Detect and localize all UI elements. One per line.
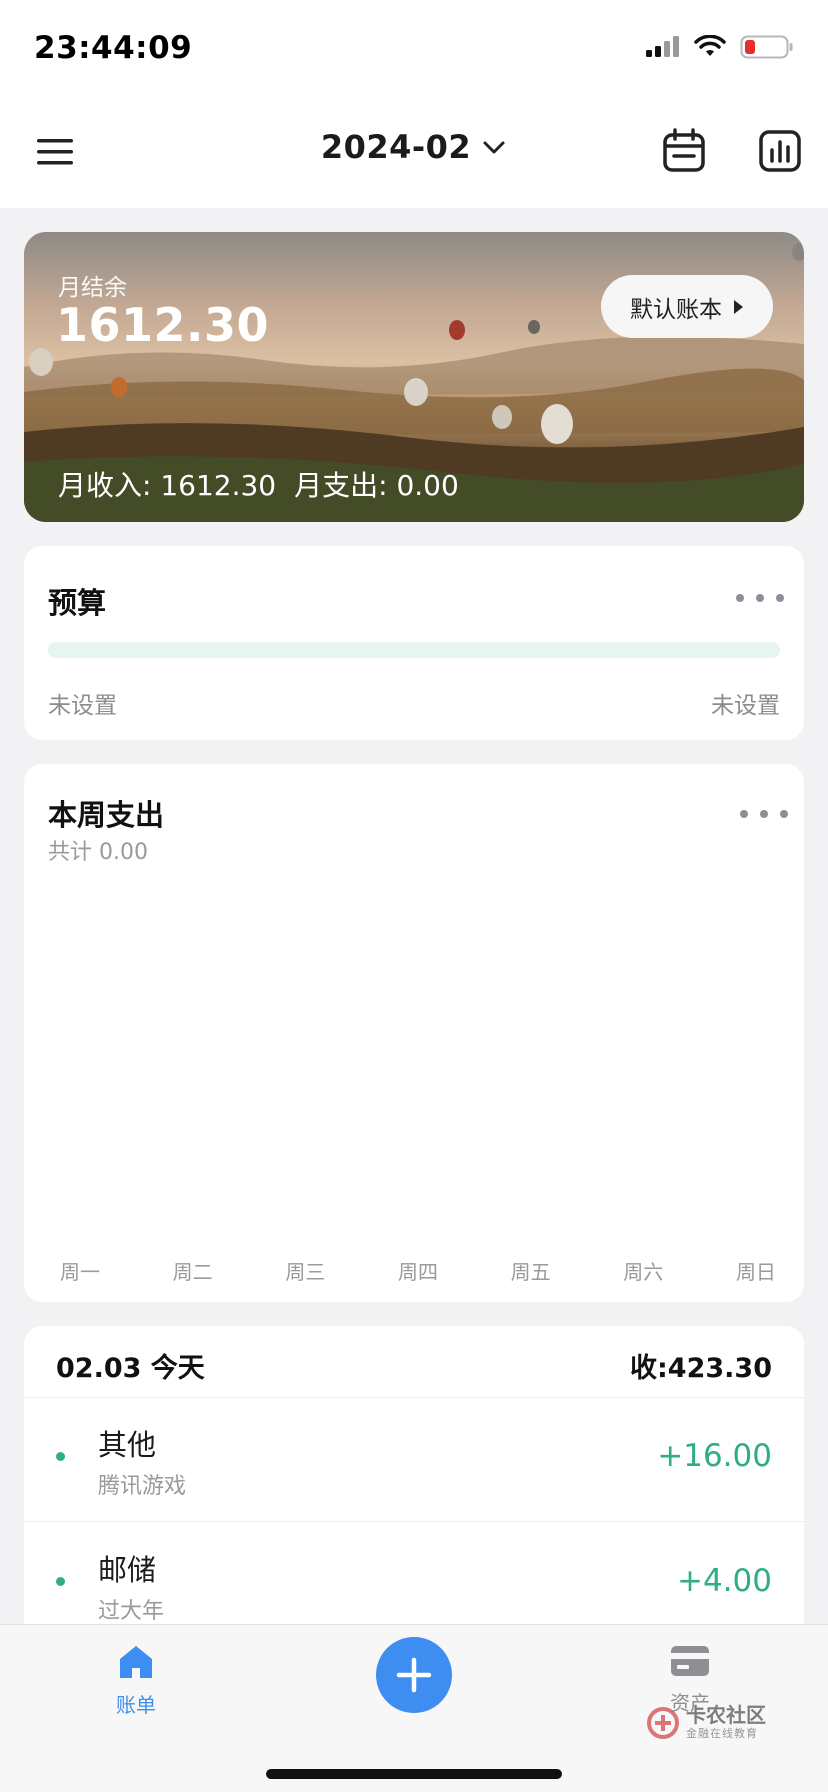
category-dot (56, 1452, 65, 1461)
weekday-label: 周日 (735, 1260, 776, 1284)
transaction-note: 腾讯游戏 (98, 1474, 187, 1499)
tab-bills[interactable]: 账单 (106, 1643, 166, 1718)
kanong-watermark: 卡农社区 金融在线教育 (646, 1705, 766, 1741)
chevron-down-icon (483, 141, 505, 154)
transaction-note: 过大年 (98, 1599, 165, 1624)
transaction-category: 其他 (98, 1428, 157, 1462)
app-screen: 23:44:09 2024-02 月结余 1612.30 默认账本 月收入: 1… (0, 0, 828, 1792)
weekday-label: 周四 (397, 1260, 438, 1284)
budget-title: 预算 (48, 586, 107, 620)
balance-value: 1612.30 (56, 298, 270, 352)
more-dot (760, 810, 768, 818)
watermark-subtitle: 金融在线教育 (686, 1727, 758, 1740)
transaction-date: 02.03 今天 (56, 1353, 205, 1384)
transaction-amount: +4.00 (677, 1563, 772, 1599)
more-dot (756, 594, 764, 602)
weekly-more-button[interactable] (740, 802, 788, 826)
bottom-tab-bar: 账单 资产 卡农社区 金融在线教育 (0, 1624, 828, 1792)
budget-total-text: 未设置 (711, 693, 780, 719)
category-dot (56, 1577, 65, 1586)
statistics-button[interactable] (758, 128, 802, 174)
signal-icon (646, 36, 679, 57)
income-expense-summary: 月收入: 1612.30 月支出: 0.00 (58, 464, 459, 504)
status-bar: 23:44:09 (0, 0, 828, 100)
status-icons (644, 34, 794, 60)
daily-income: 收:423.30 (630, 1353, 772, 1384)
app-header: 2024-02 (0, 100, 828, 208)
transaction-date-header: 02.03 今天 收:423.30 (24, 1326, 804, 1398)
tab-bills-label: 账单 (116, 1693, 156, 1717)
monthly-expense: 月支出: 0.00 (294, 469, 459, 502)
add-record-button[interactable] (376, 1637, 452, 1713)
home-icon (120, 1646, 152, 1678)
bar-chart-icon (759, 130, 801, 172)
monthly-summary-card: 月结余 1612.30 默认账本 月收入: 1612.30 月支出: 0.00 (24, 232, 804, 522)
status-time: 23:44:09 (34, 30, 193, 66)
home-indicator (266, 1769, 562, 1779)
credit-card-icon (671, 1646, 709, 1676)
transaction-amount: +16.00 (657, 1438, 772, 1474)
month-label: 2024-02 (320, 128, 472, 166)
weekday-label: 周一 (60, 1260, 100, 1284)
weekday-label: 周三 (285, 1260, 326, 1284)
kanong-logo-icon (647, 1707, 679, 1739)
weekly-expense-card: 本周支出 共计 0.00 周一 周二 周三 周四 周五 周六 周日 (24, 764, 804, 1302)
budget-more-button[interactable] (736, 586, 784, 610)
weekday-axis: 周一 周二 周三 周四 周五 周六 周日 (24, 1256, 804, 1285)
calendar-button[interactable] (662, 128, 706, 174)
weekly-expense-total: 共计 0.00 (48, 840, 148, 865)
calendar-icon (663, 128, 705, 172)
ledger-button-label: 默认账本 (630, 296, 722, 323)
budget-card: 预算 未设置 未设置 (24, 546, 804, 740)
transaction-row[interactable]: 其他 腾讯游戏 +16.00 (24, 1398, 804, 1522)
budget-progress-bar (48, 642, 780, 658)
weekday-label: 周二 (172, 1260, 213, 1284)
watermark-text-block: 卡农社区 金融在线教育 (686, 1705, 766, 1741)
plus-icon (396, 1657, 432, 1693)
transaction-category: 邮储 (98, 1553, 157, 1587)
watermark-title: 卡农社区 (686, 1703, 766, 1727)
balance-label: 月结余 (58, 275, 127, 301)
weekday-label: 周六 (623, 1260, 664, 1284)
budget-used-text: 未设置 (48, 693, 117, 719)
more-dot (736, 594, 744, 602)
wifi-icon (694, 35, 726, 56)
weekly-expense-title: 本周支出 (48, 798, 165, 832)
more-dot (740, 810, 748, 818)
battery-low-icon (740, 35, 793, 59)
ledger-button[interactable]: 默认账本 (601, 275, 773, 338)
more-dot (776, 594, 784, 602)
weekday-label: 周五 (510, 1260, 551, 1284)
monthly-income: 月收入: 1612.30 (58, 469, 277, 502)
more-dot (780, 810, 788, 818)
caret-right-icon (734, 299, 743, 314)
